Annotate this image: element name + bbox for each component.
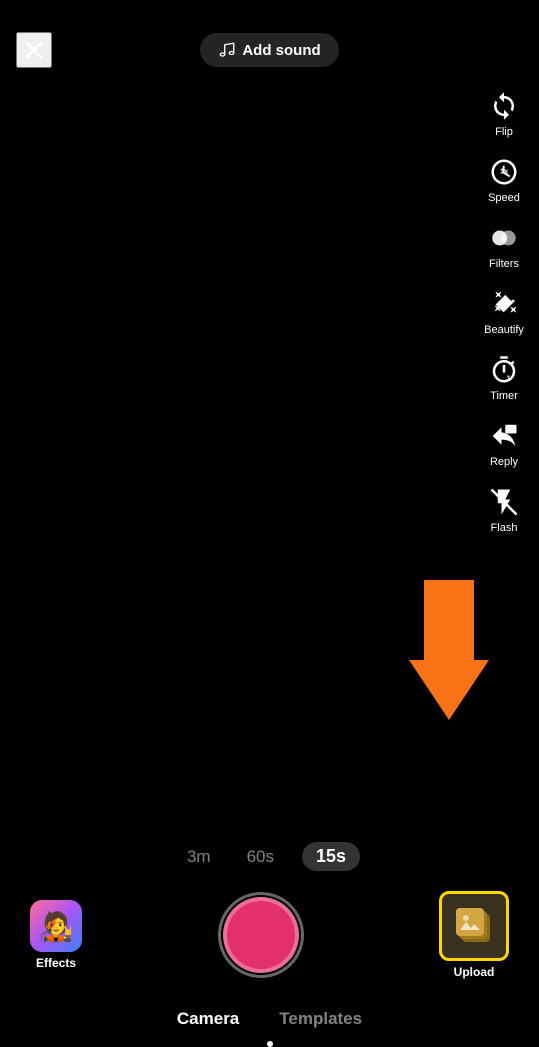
svg-text:3: 3 xyxy=(507,375,511,382)
effects-char: 🧑‍🎤 xyxy=(30,900,82,952)
tab-camera[interactable]: Camera xyxy=(177,1005,239,1033)
upload-label: Upload xyxy=(454,965,495,979)
add-sound-button[interactable]: Add sound xyxy=(200,33,338,67)
beautify-label: Beautify xyxy=(484,324,524,336)
add-sound-label: Add sound xyxy=(242,42,320,59)
effects-button[interactable]: 🧑‍🎤 Effects xyxy=(30,900,82,970)
flip-label: Flip xyxy=(495,126,513,138)
filters-label: Filters xyxy=(489,258,519,270)
tab-templates[interactable]: Templates xyxy=(279,1005,362,1033)
speed-icon: 1x xyxy=(486,154,522,190)
effects-label: Effects xyxy=(36,956,76,970)
duration-3m[interactable]: 3m xyxy=(179,843,219,871)
record-button-outer[interactable] xyxy=(218,892,304,978)
upload-stack-icon xyxy=(456,908,492,944)
stack-layer-3 xyxy=(456,908,484,936)
controls-row: 🧑‍🎤 Effects xyxy=(0,891,539,979)
arrow-overlay xyxy=(409,580,489,720)
speed-label: Speed xyxy=(488,192,520,204)
bottom-nav: Camera Templates xyxy=(0,995,539,1039)
timer-label: Timer xyxy=(490,390,518,402)
beautify-icon xyxy=(486,286,522,322)
record-button[interactable] xyxy=(223,897,299,973)
duration-15s-active[interactable]: 15s xyxy=(302,842,360,871)
sidebar-item-speed[interactable]: 1x Speed xyxy=(477,146,531,212)
sidebar-item-flip[interactable]: Flip xyxy=(477,80,531,146)
bottom-section: 3m 60s 15s 🧑‍🎤 Effects xyxy=(0,807,539,1047)
camera-viewfinder xyxy=(0,0,539,917)
close-button[interactable] xyxy=(16,32,52,68)
nav-dot-indicator xyxy=(267,1041,273,1047)
sidebar-item-reply[interactable]: Reply xyxy=(477,410,531,476)
header: Add sound xyxy=(0,0,539,80)
reply-label: Reply xyxy=(490,456,518,468)
filters-icon xyxy=(486,220,522,256)
reply-icon xyxy=(486,418,522,454)
effects-thumbnail: 🧑‍🎤 xyxy=(30,900,82,952)
upload-button[interactable]: Upload xyxy=(439,891,509,979)
upload-box xyxy=(439,891,509,961)
duration-60s[interactable]: 60s xyxy=(239,843,282,871)
sidebar-item-beautify[interactable]: Beautify xyxy=(477,278,531,344)
flash-icon xyxy=(486,484,522,520)
sidebar-item-flash[interactable]: Flash xyxy=(477,476,531,542)
flip-icon xyxy=(486,88,522,124)
sidebar-item-timer[interactable]: 3 Timer xyxy=(477,344,531,410)
right-sidebar: Flip 1x Speed Filters Beautify xyxy=(477,80,531,542)
sidebar-item-filters[interactable]: Filters xyxy=(477,212,531,278)
timer-icon: 3 xyxy=(486,352,522,388)
svg-text:1x: 1x xyxy=(500,166,509,175)
duration-row: 3m 60s 15s xyxy=(179,842,360,871)
flash-label: Flash xyxy=(491,522,518,534)
